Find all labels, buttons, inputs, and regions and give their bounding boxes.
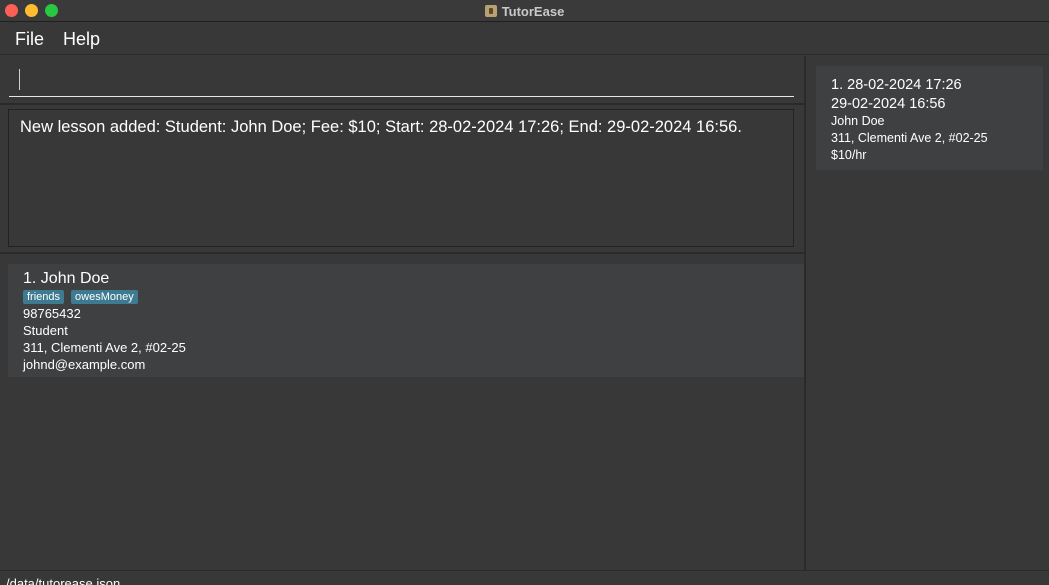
- lesson-card[interactable]: 1. 28-02-2024 17:26 29-02-2024 16:56 Joh…: [816, 66, 1043, 170]
- person-address: 311, Clementi Ave 2, #02-25: [23, 340, 186, 355]
- lesson-index: 1.: [831, 77, 844, 93]
- command-input[interactable]: [9, 64, 794, 96]
- lesson-student: John Doe: [831, 114, 885, 128]
- status-bar: /data/tutorease.json: [0, 570, 1049, 585]
- person-phone: 98765432: [23, 306, 81, 321]
- tag-list: friends owesMoney: [23, 290, 138, 304]
- window-title-group: TutorEase: [0, 0, 1049, 22]
- tag-owes-money: owesMoney: [71, 290, 138, 304]
- result-display: New lesson added: Student: John Doe; Fee…: [8, 109, 794, 247]
- person-type: Student: [23, 323, 68, 338]
- person-email: johnd@example.com: [23, 357, 146, 372]
- lesson-address: 311, Clementi Ave 2, #02-25: [831, 131, 988, 145]
- menu-bar: File Help: [0, 23, 1049, 55]
- person-name-line: 1. John Doe: [23, 270, 109, 288]
- lesson-start-line: 1. 28-02-2024 17:26: [831, 77, 962, 93]
- lesson-start: 28-02-2024 17:26: [847, 77, 962, 93]
- lesson-end: 29-02-2024 16:56: [831, 96, 946, 112]
- person-index: 1.: [23, 270, 37, 287]
- tag-friends: friends: [23, 290, 65, 304]
- save-file-path: /data/tutorease.json: [6, 576, 121, 585]
- window-title: TutorEase: [501, 3, 565, 19]
- divider[interactable]: [0, 252, 804, 254]
- app-icon: [484, 5, 497, 17]
- menu-help[interactable]: Help: [63, 29, 100, 50]
- text-caret: [19, 69, 20, 90]
- person-card[interactable]: 1. John Doe friends owesMoney 98765432 S…: [8, 264, 804, 377]
- person-name: John Doe: [40, 270, 110, 287]
- left-pane: New lesson added: Student: John Doe; Fee…: [0, 56, 804, 570]
- lesson-fee: $10/hr: [831, 148, 867, 162]
- divider[interactable]: [0, 103, 804, 105]
- result-message: New lesson added: Student: John Doe; Fee…: [20, 118, 742, 136]
- lesson-pane: 1. 28-02-2024 17:26 29-02-2024 16:56 Joh…: [806, 56, 1049, 570]
- title-bar: TutorEase: [0, 0, 1049, 22]
- command-box: [9, 64, 794, 97]
- menu-file[interactable]: File: [15, 29, 44, 50]
